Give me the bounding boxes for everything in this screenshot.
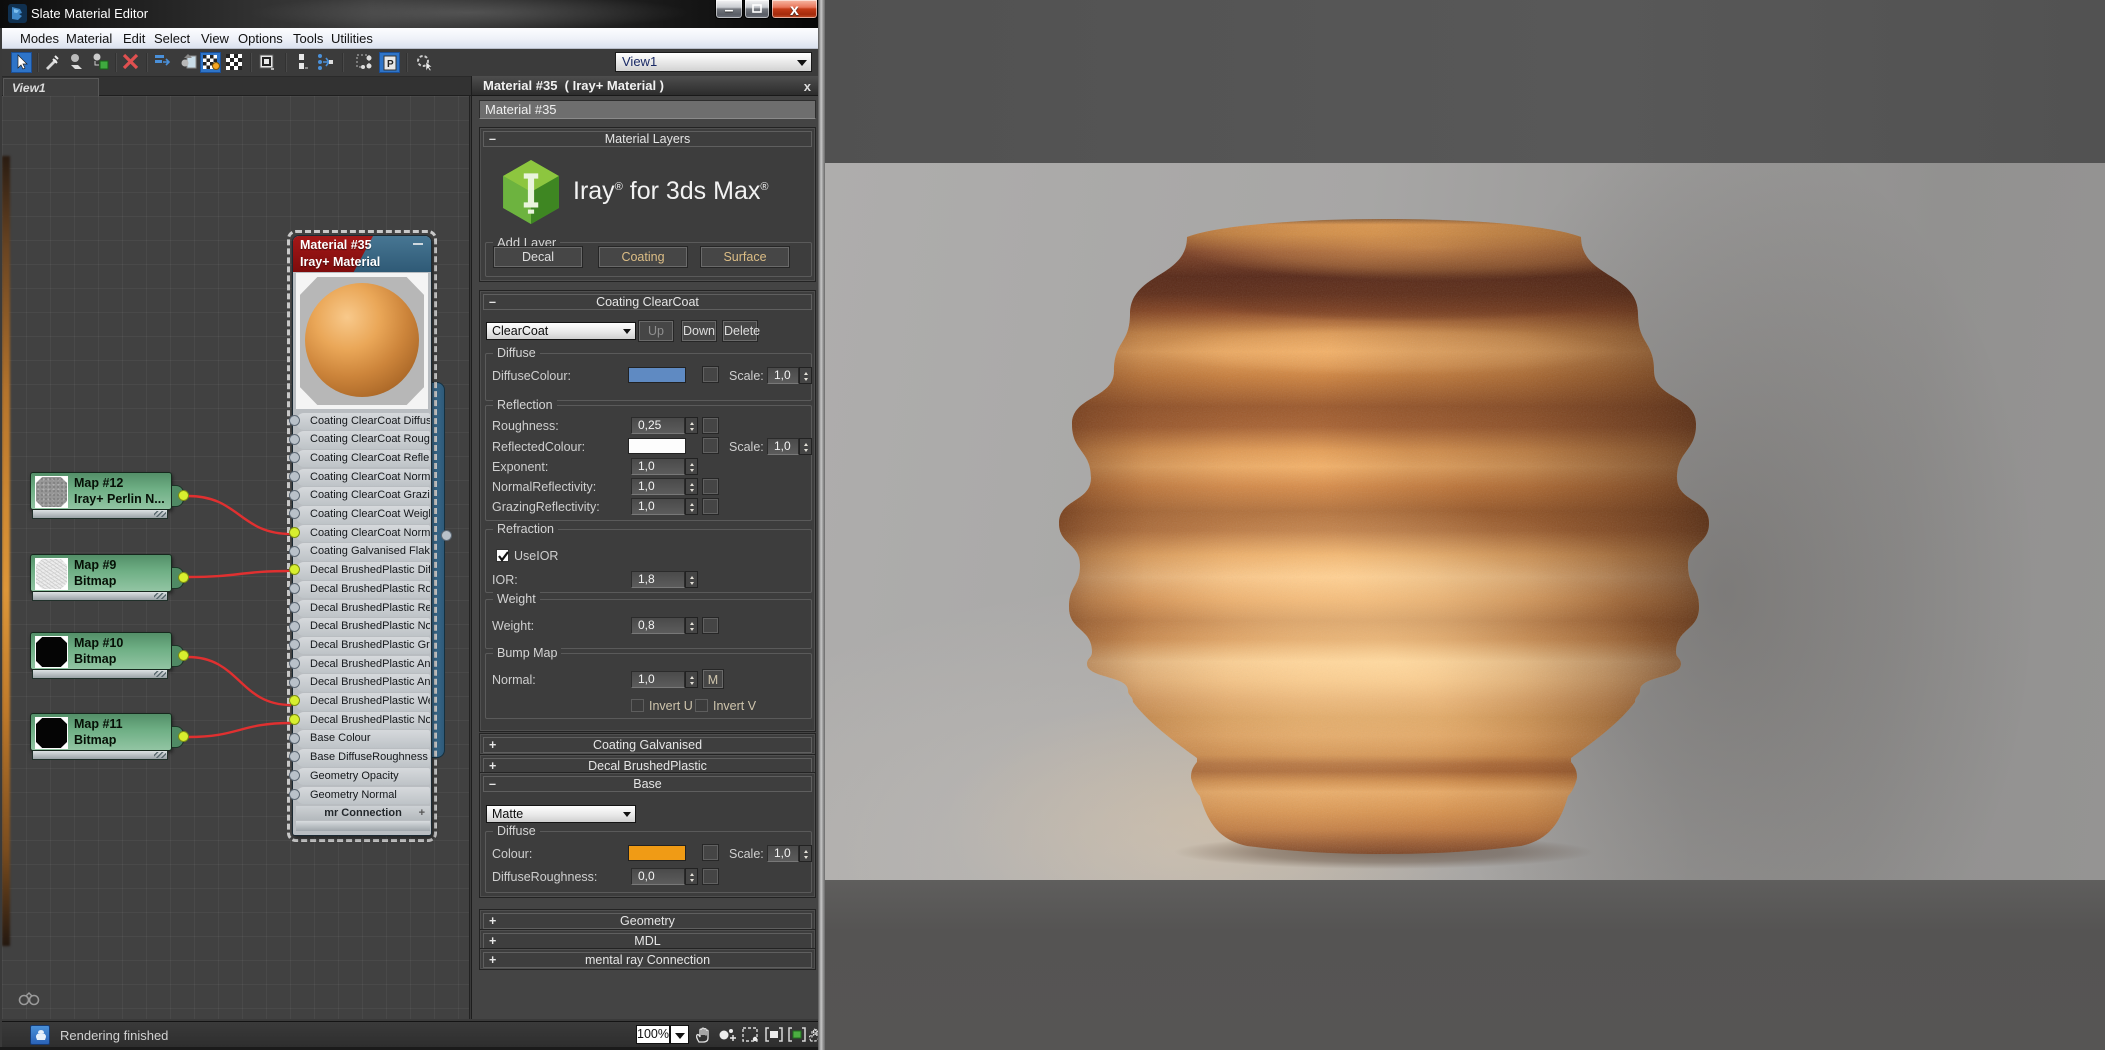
- svg-text:P: P: [387, 59, 394, 70]
